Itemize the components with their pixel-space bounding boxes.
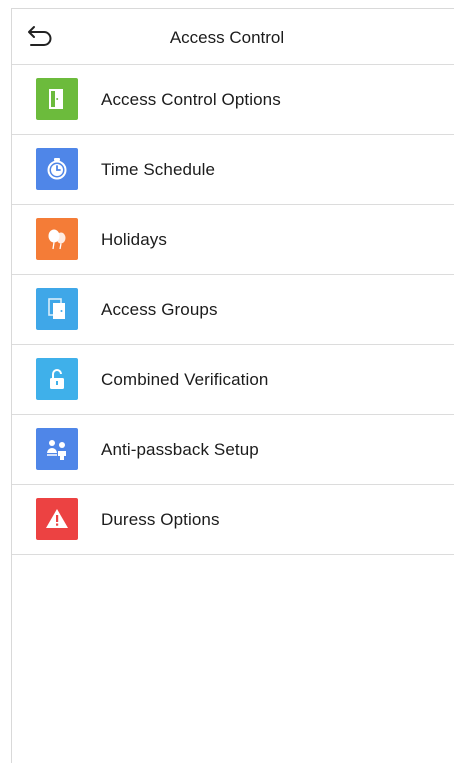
menu-item-duress-options[interactable]: Duress Options [12,485,454,555]
menu-item-label: Anti-passback Setup [101,439,259,459]
warning-icon [36,498,78,540]
menu-item-combined-verification[interactable]: Combined Verification [12,345,454,415]
page-title: Access Control [169,28,285,47]
menu-item-label: Access Groups [101,299,218,319]
menu-item-label: Duress Options [101,509,220,529]
menu-item-label: Time Schedule [101,159,216,179]
menu-item-access-groups[interactable]: Access Groups [12,275,454,345]
header-bar: Access Control [12,9,454,65]
group-doors-icon [36,288,78,330]
menu-list: Access Control Options Time Schedule Hol… [12,65,454,555]
menu-item-label: Holidays [101,229,167,249]
menu-item-holidays[interactable]: Holidays [12,205,454,275]
people-icon [36,428,78,470]
menu-item-label: Access Control Options [101,89,281,109]
door-icon [36,78,78,120]
menu-item-access-control-options[interactable]: Access Control Options [12,65,454,135]
unlock-icon [36,358,78,400]
balloons-icon [36,218,78,260]
menu-item-time-schedule[interactable]: Time Schedule [12,135,454,205]
menu-item-label: Combined Verification [101,369,269,389]
menu-item-anti-passback-setup[interactable]: Anti-passback Setup [12,415,454,485]
access-control-screen: Access Control Access Control Options Ti… [11,8,454,763]
clock-icon [36,148,78,190]
